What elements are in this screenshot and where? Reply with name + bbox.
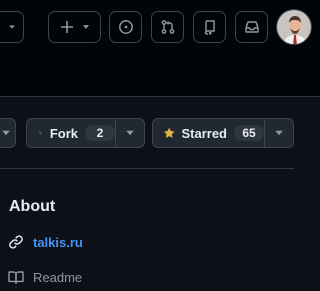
issues-button[interactable]: [109, 11, 142, 43]
chevron-down-icon: [82, 25, 89, 29]
about-heading: About: [9, 198, 56, 215]
website-url[interactable]: talkis.ru: [33, 235, 83, 250]
link-icon: [9, 235, 23, 249]
watch-dropdown-button[interactable]: [0, 118, 16, 148]
chevron-down-icon: [9, 25, 15, 29]
readme-link[interactable]: Readme: [8, 269, 82, 285]
star-list-dropdown-button[interactable]: [264, 118, 294, 148]
section-divider: [0, 168, 294, 169]
fork-label: Fork: [49, 125, 78, 141]
chevron-down-icon: [275, 130, 283, 136]
create-new-button[interactable]: [48, 11, 101, 43]
star-label: Starred: [181, 125, 227, 141]
header-menu-button[interactable]: [0, 11, 24, 43]
plus-icon: [60, 21, 73, 33]
star-count: 65: [234, 125, 264, 141]
chevron-down-icon: [126, 130, 134, 136]
website-link[interactable]: talkis.ru: [8, 234, 83, 250]
fork-button[interactable]: Fork 2: [26, 118, 116, 148]
repo-icon: [204, 20, 215, 35]
repositories-button[interactable]: [193, 11, 226, 43]
unstar-button[interactable]: Starred 65: [152, 118, 265, 148]
global-header: [0, 0, 320, 96]
avatar[interactable]: [276, 9, 312, 45]
chevron-down-icon: [2, 130, 10, 136]
header-divider: [0, 96, 320, 97]
issues-icon: [118, 20, 133, 34]
fork-dropdown-button[interactable]: [115, 118, 145, 148]
inbox-icon: [244, 21, 259, 33]
pull-requests-button[interactable]: [151, 11, 184, 43]
star-fill-icon: [163, 127, 175, 138]
repo-forked-icon: [39, 131, 42, 135]
inbox-button[interactable]: [235, 11, 268, 43]
book-icon: [8, 271, 24, 284]
fork-count: 2: [85, 125, 115, 141]
readme-label: Readme: [33, 269, 83, 285]
pull-request-icon: [161, 20, 174, 34]
